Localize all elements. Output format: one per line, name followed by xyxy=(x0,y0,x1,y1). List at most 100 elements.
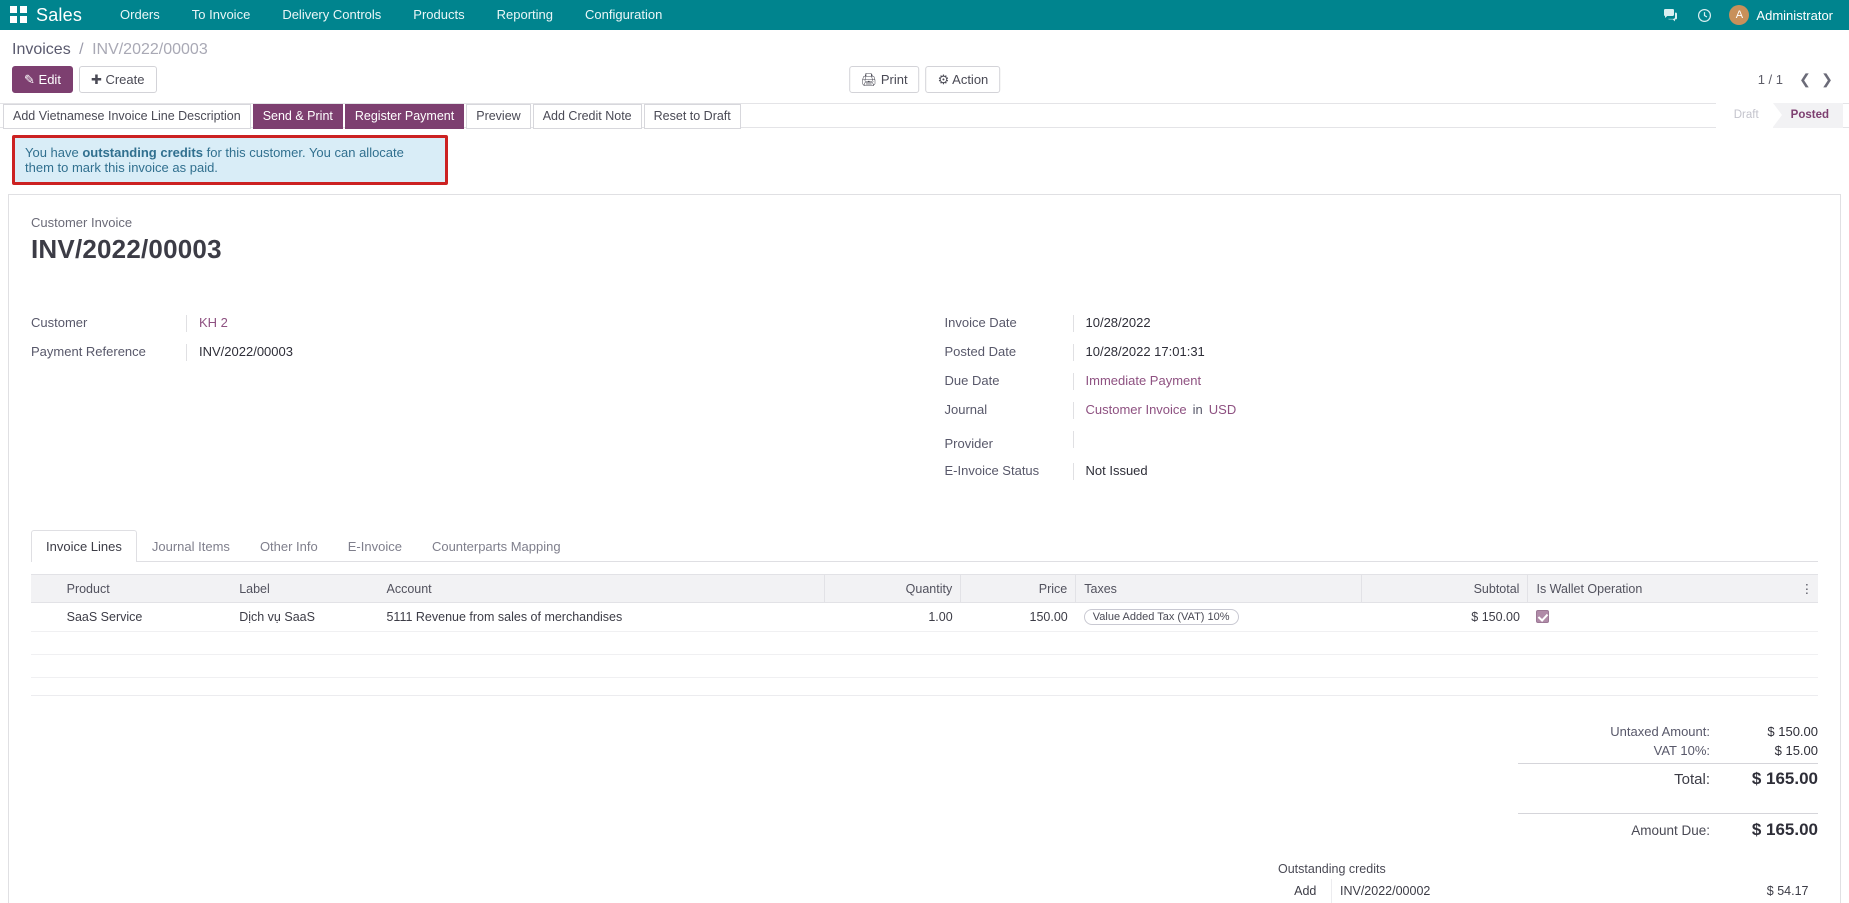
header-taxes[interactable]: Taxes xyxy=(1076,575,1361,603)
table-header-row: Product Label Account Quantity Price Tax… xyxy=(31,575,1818,603)
field-value-invoice-date[interactable]: 10/28/2022 xyxy=(1073,315,1819,332)
invoice-lines-header: Product Label Account Quantity Price Tax… xyxy=(31,575,1818,603)
edit-button[interactable]: ✎ Edit xyxy=(12,66,73,93)
apps-grid-icon[interactable] xyxy=(10,6,28,24)
printer-icon: 🖨 xyxy=(861,72,878,87)
clock-icon[interactable] xyxy=(1687,0,1721,30)
control-panel: ✎ Edit ✚ Create 🖨 Print ⚙ Action 1 / 1 ❮… xyxy=(0,66,1849,103)
cell-product[interactable]: SaaS Service xyxy=(59,603,232,632)
menu-item-delivery-controls[interactable]: Delivery Controls xyxy=(266,0,397,30)
invoice-form-sheet: Customer Invoice INV/2022/00003 Customer… xyxy=(8,194,1841,903)
chat-bubble-icon[interactable] xyxy=(1653,0,1687,30)
create-button[interactable]: ✚ Create xyxy=(79,66,157,93)
add-credit-button-inv-2022-00002[interactable]: Add xyxy=(1280,879,1332,903)
lines-footer-divider xyxy=(31,695,1818,696)
header-price[interactable]: Price xyxy=(961,575,1076,603)
invoice-lines-body: SaaS Service Dịch vụ SaaS 5111 Revenue f… xyxy=(31,603,1818,678)
totals-area: Untaxed Amount: $ 150.00 VAT 10%: $ 15.0… xyxy=(31,722,1818,842)
print-button[interactable]: 🖨 Print xyxy=(849,66,920,93)
status-step-posted[interactable]: Posted xyxy=(1773,103,1843,128)
navbar-right-group: A Administrator xyxy=(1653,0,1839,30)
app-brand-sales[interactable]: Sales xyxy=(36,5,82,26)
value-untaxed-amount: $ 150.00 xyxy=(1726,724,1818,739)
menu-item-configuration[interactable]: Configuration xyxy=(569,0,678,30)
field-row-customer: Customer KH 2 xyxy=(31,315,925,332)
field-label-due-date: Due Date xyxy=(945,373,1073,388)
total-row-amount-due: Amount Due: $ 165.00 xyxy=(1518,813,1818,842)
field-row-posted-date: Posted Date 10/28/2022 17:01:31 xyxy=(945,344,1819,361)
field-value-customer[interactable]: KH 2 xyxy=(186,315,925,332)
field-label-journal: Journal xyxy=(945,402,1073,417)
empty-cell xyxy=(31,632,1818,655)
cell-price[interactable]: 150.00 xyxy=(961,603,1076,632)
tab-e-invoice[interactable]: E-Invoice xyxy=(333,530,417,562)
field-value-due-date[interactable]: Immediate Payment xyxy=(1073,373,1819,390)
label-vat: VAT 10%: xyxy=(1518,743,1726,758)
field-value-journal[interactable]: Customer Invoice xyxy=(1086,402,1187,417)
header-label[interactable]: Label xyxy=(231,575,378,603)
send-and-print-button[interactable]: Send & Print xyxy=(253,104,343,129)
credit-reference-inv-2022-00002: INV/2022/00002 xyxy=(1332,879,1707,903)
field-value-provider[interactable] xyxy=(1073,431,1819,448)
add-vietnamese-invoice-line-description-button[interactable]: Add Vietnamese Invoice Line Description xyxy=(3,104,251,129)
cell-label[interactable]: Dịch vụ SaaS xyxy=(231,603,378,632)
empty-cell xyxy=(31,655,1818,678)
cell-row-options xyxy=(1793,603,1818,632)
reset-to-draft-button[interactable]: Reset to Draft xyxy=(644,104,741,129)
cell-account[interactable]: 5111 Revenue from sales of merchandises xyxy=(378,603,824,632)
wallet-operation-checkbox[interactable] xyxy=(1536,610,1549,623)
field-value-payment-reference[interactable]: INV/2022/00003 xyxy=(186,344,925,361)
cell-quantity[interactable]: 1.00 xyxy=(825,603,961,632)
cell-taxes[interactable]: Value Added Tax (VAT) 10% xyxy=(1076,603,1361,632)
field-group-right: Invoice Date 10/28/2022 Posted Date 10/2… xyxy=(925,315,1819,492)
header-subtotal[interactable]: Subtotal xyxy=(1361,575,1528,603)
breadcrumb: Invoices / INV/2022/00003 xyxy=(0,30,1849,66)
top-navbar: Sales Orders To Invoice Delivery Control… xyxy=(0,0,1849,30)
add-credit-note-button[interactable]: Add Credit Note xyxy=(533,104,642,129)
invoice-lines-table-wrapper: Product Label Account Quantity Price Tax… xyxy=(31,574,1818,696)
chevron-left-icon[interactable]: ❮ xyxy=(1795,69,1815,91)
breadcrumb-root-invoices[interactable]: Invoices xyxy=(12,41,71,58)
action-button[interactable]: ⚙ Action xyxy=(926,66,1001,93)
pencil-icon: ✎ xyxy=(24,72,35,87)
register-payment-button[interactable]: Register Payment xyxy=(345,104,464,129)
field-row-journal: Journal Customer Invoice in USD xyxy=(945,402,1819,419)
table-row[interactable]: SaaS Service Dịch vụ SaaS 5111 Revenue f… xyxy=(31,603,1818,632)
statusbar-action-buttons: Add Vietnamese Invoice Line Description … xyxy=(0,104,742,127)
field-row-einvoice-status: E-Invoice Status Not Issued xyxy=(945,463,1819,480)
pager-counter: 1 / 1 xyxy=(1758,72,1783,87)
row-handle[interactable] xyxy=(31,603,59,632)
field-value-currency[interactable]: USD xyxy=(1209,402,1236,417)
header-account[interactable]: Account xyxy=(378,575,824,603)
journal-currency-connector: in xyxy=(1193,402,1203,417)
chevron-right-icon[interactable]: ❯ xyxy=(1817,69,1837,91)
user-menu-administrator[interactable]: Administrator xyxy=(1756,8,1839,23)
header-is-wallet-operation[interactable]: Is Wallet Operation xyxy=(1528,575,1793,603)
avatar[interactable]: A xyxy=(1729,5,1749,25)
field-label-provider: Provider xyxy=(945,436,1073,451)
menu-item-to-invoice[interactable]: To Invoice xyxy=(176,0,267,30)
pager: 1 / 1 ❮ ❯ xyxy=(1758,69,1837,91)
tab-other-info[interactable]: Other Info xyxy=(245,530,333,562)
table-row-empty xyxy=(31,632,1818,655)
field-row-provider: Provider xyxy=(945,431,1819,451)
menu-item-orders[interactable]: Orders xyxy=(104,0,176,30)
field-value-posted-date[interactable]: 10/28/2022 17:01:31 xyxy=(1073,344,1819,361)
value-vat: $ 15.00 xyxy=(1726,743,1818,758)
create-button-label: Create xyxy=(105,72,144,87)
menu-item-products[interactable]: Products xyxy=(397,0,480,30)
menu-item-reporting[interactable]: Reporting xyxy=(481,0,569,30)
header-handle xyxy=(31,575,59,603)
print-button-label: Print xyxy=(881,72,908,87)
cell-is-wallet-operation[interactable] xyxy=(1528,603,1793,632)
tab-journal-items[interactable]: Journal Items xyxy=(137,530,245,562)
tab-counterparts-mapping[interactable]: Counterparts Mapping xyxy=(417,530,576,562)
vertical-dots-icon[interactable]: ⋮ xyxy=(1793,575,1818,603)
header-quantity[interactable]: Quantity xyxy=(825,575,961,603)
label-total: Total: xyxy=(1518,771,1726,788)
header-product[interactable]: Product xyxy=(59,575,232,603)
status-step-draft[interactable]: Draft xyxy=(1716,103,1773,128)
cell-subtotal: $ 150.00 xyxy=(1361,603,1528,632)
preview-button[interactable]: Preview xyxy=(466,104,530,129)
tab-invoice-lines[interactable]: Invoice Lines xyxy=(31,530,137,562)
